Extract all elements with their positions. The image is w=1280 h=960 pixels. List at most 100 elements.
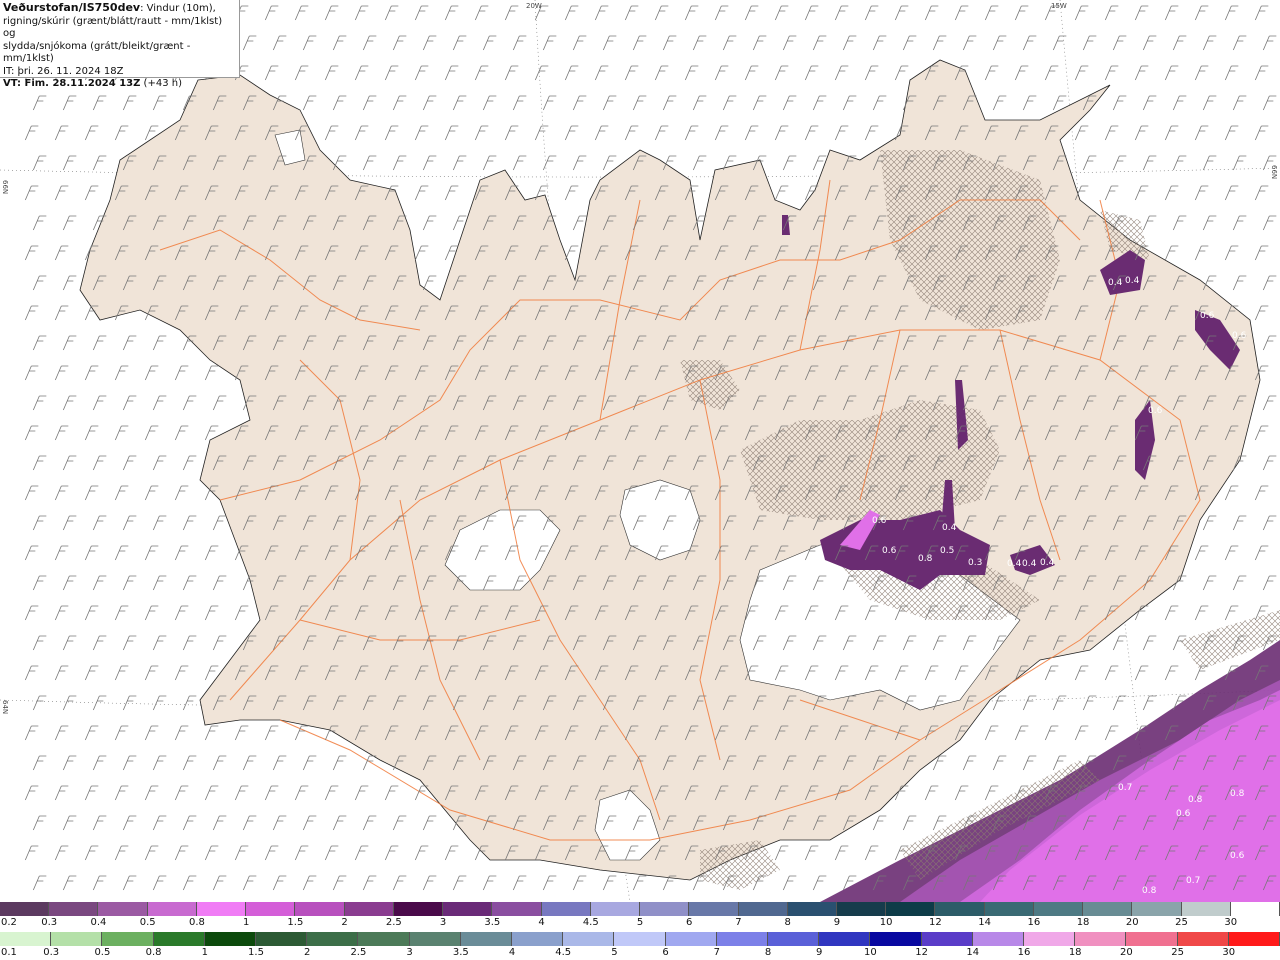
precip-value-label: 0.6 — [882, 546, 897, 556]
scale-tick-label: 20 — [1120, 947, 1133, 958]
precip-value-label: 0.7 — [1186, 876, 1200, 886]
scale-tick-label: 2.5 — [350, 947, 367, 958]
scale-swatch — [147, 902, 197, 916]
rain-scale-labels: 0.1 0.3 0.5 0.8 1 1.5 2 2.5 3 3.5 4 4.5 5 6 7 8 9 10 12 14 1… — [0, 947, 1280, 959]
scale-tick-label: 1 — [201, 947, 208, 958]
lat-label-64n-left: 64N — [1, 700, 9, 714]
snow-color-bar — [0, 902, 1280, 916]
scale-tick-label: 20 — [1125, 917, 1139, 928]
scale-swatch — [1132, 902, 1182, 916]
scale-swatch — [1177, 932, 1229, 946]
forecast-hour: (+43 h) — [140, 78, 182, 89]
scale-swatch — [51, 932, 103, 946]
scale-swatch — [307, 932, 359, 946]
scale-swatch — [0, 932, 52, 946]
precip-value-label: 0.6 — [1176, 809, 1191, 819]
lat-label-66n-left: 66N — [1, 180, 9, 194]
scale-swatch — [1228, 932, 1280, 946]
scale-tick-label: 0.3 — [43, 947, 60, 958]
scale-tick-label: 2 — [341, 917, 348, 928]
scale-tick-label: 4.5 — [555, 947, 572, 958]
scale-swatch — [409, 932, 461, 946]
scale-tick-label: 25 — [1175, 917, 1188, 928]
precip-value-label: 0.6 — [872, 516, 887, 526]
scale-swatch — [640, 902, 690, 916]
lon-label-20w: 20W — [526, 2, 542, 10]
scale-swatch — [295, 902, 345, 916]
scale-tick-label: 1 — [242, 917, 250, 928]
precip-value-label: 0.6 — [1232, 331, 1247, 341]
scale-tick-label: 25 — [1171, 947, 1184, 958]
rain-color-bar — [0, 932, 1280, 946]
precip-value-label: 0.4 — [1007, 559, 1022, 569]
precip-value-label: 0.6 — [1200, 311, 1215, 321]
scale-tick-label: 2.5 — [385, 917, 402, 928]
scale-swatch — [1024, 932, 1076, 946]
scale-swatch — [98, 902, 148, 916]
scale-swatch — [492, 902, 542, 916]
scale-swatch — [204, 932, 257, 946]
scale-swatch — [393, 902, 444, 916]
scale-tick-label: 4 — [508, 947, 516, 958]
scale-swatch — [590, 902, 641, 916]
scale-tick-label: 8 — [764, 947, 772, 958]
scale-swatch — [196, 902, 247, 916]
scale-tick-label: 12 — [929, 917, 942, 928]
scale-swatch — [443, 902, 493, 916]
valid-time-line: VT: Fim. 28.11.2024 13Z (+43 h) — [3, 78, 236, 91]
scale-swatch — [870, 932, 922, 946]
scale-tick-label: 12 — [915, 947, 928, 958]
lat-label-66n-right: 66N — [1270, 165, 1278, 179]
scale-tick-label: 7 — [713, 947, 720, 958]
scale-tick-label: 10 — [864, 947, 877, 958]
scale-tick-label: 0.3 — [41, 917, 58, 928]
precip-value-label: 0.4 — [1108, 278, 1123, 288]
scale-swatch — [836, 902, 887, 916]
scale-swatch — [819, 932, 871, 946]
precip-value-label: 0.5 — [940, 546, 954, 556]
map-desc-line2: rigning/skúrir (grænt/blátt/rautt - mm/1… — [3, 15, 223, 40]
scale-tick-label: 30 — [1224, 917, 1238, 928]
scale-tick-label: 0.5 — [139, 917, 156, 928]
scale-swatch — [886, 902, 936, 916]
scale-swatch — [246, 902, 296, 916]
scale-tick-label: 1.5 — [287, 917, 304, 928]
precip-value-label: 0.4 — [1040, 558, 1055, 568]
map-title: Veðurstofan/IS750dev — [3, 1, 141, 14]
scale-tick-label: 0.2 — [1, 917, 17, 928]
scale-tick-label: 6 — [686, 917, 693, 928]
scale-swatch — [614, 932, 666, 946]
scale-tick-label: 9 — [833, 917, 841, 928]
scale-swatch — [921, 932, 973, 946]
scale-swatch — [358, 932, 410, 946]
scale-tick-label: 3 — [406, 947, 413, 958]
scale-swatch — [738, 902, 788, 916]
scale-tick-label: 14 — [966, 947, 980, 958]
scale-tick-label: 10 — [879, 917, 893, 928]
precip-value-label: 0.4 — [1125, 276, 1140, 286]
scale-swatch — [460, 932, 513, 946]
scale-swatch — [541, 902, 591, 916]
map-title-suffix: : Vindur (10m), — [140, 3, 216, 14]
init-time: IT: þri. 26. 11. 2024 18Z — [3, 65, 124, 77]
scale-swatch — [689, 902, 739, 916]
scale-tick-label: 7 — [735, 917, 742, 928]
map-info-box: Veðurstofan/IS750dev: Vindur (10m), rign… — [0, 0, 240, 89]
scale-swatch — [1033, 902, 1084, 916]
scale-tick-label: 3.5 — [484, 917, 501, 928]
scale-tick-label: 0.8 — [188, 917, 205, 928]
scale-swatch — [972, 932, 1025, 946]
precip-value-label: 0.8 — [1142, 886, 1157, 896]
precip-value-label: 0.8 — [918, 554, 933, 564]
scale-swatch — [49, 902, 99, 916]
snow-scale-labels: 0.2 0.3 0.4 0.5 0.8 1 1.5 2 2.5 3 3.5 4 4.5 5 6 7 8 9 10 12… — [0, 917, 1280, 929]
scale-tick-label: 2 — [304, 947, 311, 958]
scale-swatch — [1083, 902, 1133, 916]
scale-swatch — [563, 932, 615, 946]
scale-tick-label: 0.5 — [94, 947, 111, 958]
scale-tick-label: 8 — [784, 917, 791, 928]
scale-swatch — [787, 902, 837, 916]
scale-swatch — [153, 932, 205, 946]
scale-swatch — [665, 932, 717, 946]
scale-swatch — [716, 932, 769, 946]
